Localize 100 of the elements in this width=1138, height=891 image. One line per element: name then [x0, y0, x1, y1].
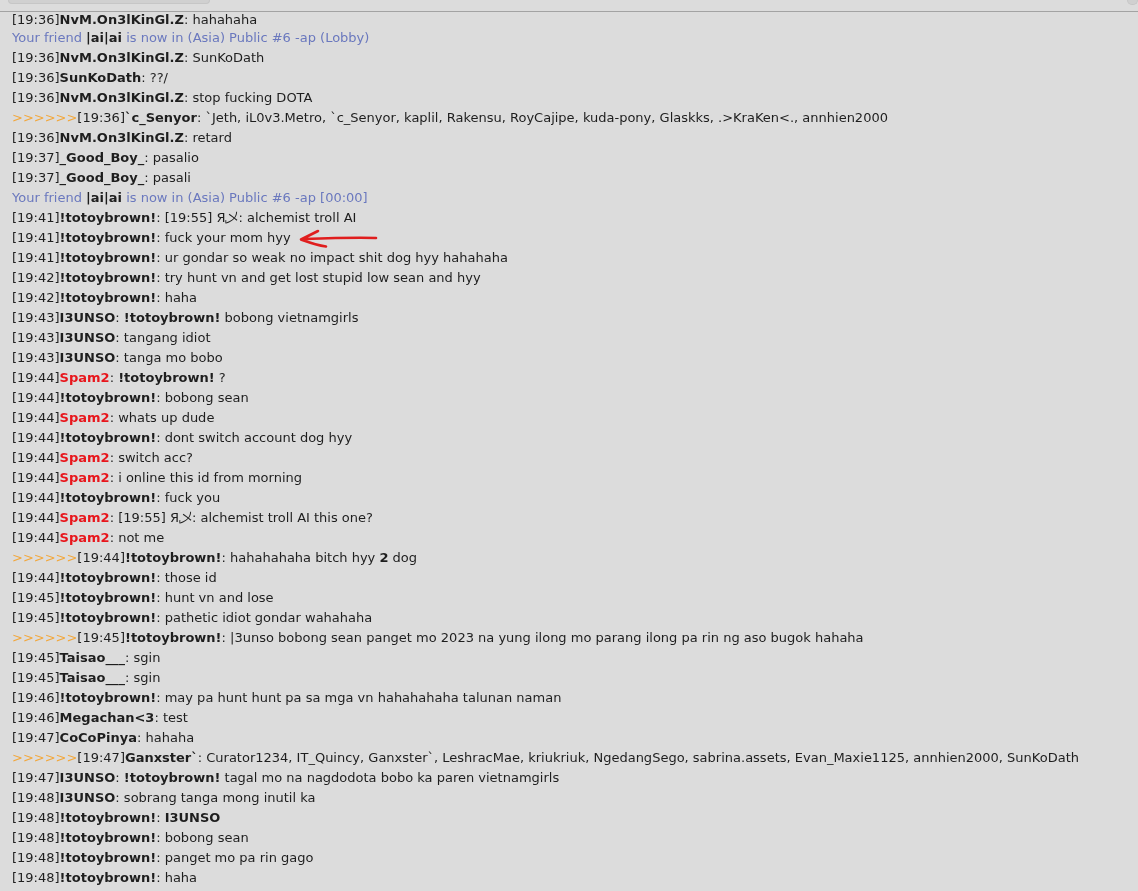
message-time: [19:44] — [12, 469, 60, 487]
message-time: [19:48] — [12, 849, 60, 867]
message-text: : bobong sean — [156, 829, 249, 847]
message-time: [19:46] — [12, 689, 60, 707]
message-time: [19:44] — [12, 529, 60, 547]
message-time: [19:41] — [12, 229, 60, 247]
message-text: : [19:55] Я乄: alchemist troll AI — [156, 209, 357, 227]
message-text: : switch acc? — [109, 449, 193, 467]
message-time: [19:36] — [12, 89, 60, 107]
username: _Good_Boy_ — [59, 169, 145, 188]
forward-marker: >>>>>> — [12, 629, 78, 647]
message-text: : hahaha — [137, 729, 195, 747]
message-time: [19:36] — [77, 109, 125, 127]
message-time: [19:43] — [12, 349, 60, 367]
username: !totoybrown! — [59, 249, 157, 267]
friend-status-notice: Your friend |ai|ai is now in (Asia) Public #6 -ap (Lobby) — [12, 29, 370, 47]
username: !totoybrown! — [59, 569, 157, 587]
message-text: : sgin — [125, 649, 161, 667]
message-text: : test — [154, 709, 188, 727]
message-text: : haha — [156, 289, 198, 307]
username: !totoybrown! — [124, 549, 222, 567]
message-time: [19:41] — [12, 209, 60, 227]
message-time: [19:47] — [12, 729, 60, 747]
message-text: : dont switch account dog hyy — [156, 429, 353, 447]
username: NvM.On3lKinGl.Z — [59, 49, 184, 67]
message-time: [19:44] — [12, 429, 60, 447]
username: !totoybrown! — [59, 869, 157, 887]
username: !totoybrown! — [59, 229, 157, 247]
message-time: [19:44] — [12, 389, 60, 407]
username: Spam2 — [59, 449, 110, 467]
message-text: : retard — [183, 129, 232, 147]
message-time: [19:45] — [77, 629, 125, 647]
message-text: : pathetic idiot gondar wahahaha — [156, 609, 373, 627]
message-time: [19:44] — [77, 549, 125, 567]
message-time: [19:43] — [12, 329, 60, 347]
message-text: : I3UNSO — [156, 809, 221, 827]
username: Spam2 — [59, 369, 110, 387]
message-text: : panget mo pa rin gago — [156, 849, 314, 867]
username: !totoybrown! — [59, 829, 157, 847]
message-text: : |3unso bobong sean panget mo 2023 na yung ilong mo parang ilong pa rin ng aso bugok hahaha — [221, 629, 864, 647]
message-time: [19:47] — [12, 769, 60, 787]
message-time: [19:36] — [12, 129, 60, 147]
message-time: [19:37] — [12, 149, 60, 165]
username: Spam2 — [59, 529, 110, 547]
message-time: [19:48] — [12, 789, 60, 807]
username: !totoybrown! — [59, 809, 157, 827]
message-text: : sgin — [125, 669, 161, 687]
username: !totoybrown! — [59, 389, 157, 407]
username: Ganxster` — [124, 749, 198, 767]
message-text: : !totoybrown! bobong vietnamgirls — [115, 309, 359, 327]
message-time: [19:45] — [12, 589, 60, 607]
username: !totoybrown! — [59, 269, 157, 287]
username: Taisao___ — [59, 669, 125, 688]
message-time: [19:44] — [12, 509, 60, 527]
message-text: : may pa hunt hunt pa sa mga vn hahahahaha talunan naman — [156, 689, 562, 707]
message-text: : pasali — [144, 169, 191, 185]
message-time: [19:36] — [12, 49, 60, 67]
message-time: [19:47] — [77, 749, 125, 767]
message-time: [19:36] — [12, 12, 60, 28]
message-time: [19:37] — [12, 169, 60, 185]
username: CoCoPinya — [59, 729, 138, 747]
message-time: [19:45] — [12, 609, 60, 627]
username: Megachan<3 — [59, 709, 155, 727]
username: `c_Senyor — [124, 109, 197, 128]
message-time: [19:46] — [12, 709, 60, 727]
message-text: : [19:55] Я乄: alchemist troll AI this one? — [109, 509, 373, 527]
message-text: : bobong sean — [156, 389, 249, 407]
message-time: [19:43] — [12, 309, 60, 327]
message-text: : pasalio — [144, 149, 199, 165]
message-time: [19:48] — [12, 869, 60, 887]
message-time: [19:48] — [12, 809, 60, 827]
message-text: : whats up dude — [109, 409, 215, 427]
message-text: : tanga mo bobo — [115, 349, 223, 367]
username: NvM.On3lKinGl.Z — [59, 89, 184, 107]
message-text: : hahahahaha bitch hyy 2 dog — [221, 549, 418, 567]
username: !totoybrown! — [59, 589, 157, 607]
username: Spam2 — [59, 509, 110, 527]
message-time: [19:44] — [12, 489, 60, 507]
message-time: [19:44] — [12, 369, 60, 387]
message-text: : hahahaha — [183, 12, 258, 28]
message-text: : i online this id from morning — [109, 469, 302, 487]
message-text: : fuck you — [156, 489, 221, 507]
message-text: : not me — [109, 529, 165, 547]
username: !totoybrown! — [59, 849, 157, 867]
message-text: : !totoybrown! ? — [109, 369, 226, 387]
username: NvM.On3lKinGl.Z — [59, 129, 184, 147]
username: !totoybrown! — [124, 629, 222, 647]
message-text: : try hunt vn and get lost stupid low sean and hyy — [156, 269, 481, 287]
message-time: [19:45] — [12, 649, 60, 665]
message-text: : stop fucking DOTA — [183, 89, 313, 107]
username: NvM.On3lKinGl.Z — [59, 12, 184, 28]
message-time: [19:44] — [12, 569, 60, 587]
forward-marker: >>>>>> — [12, 749, 78, 767]
message-text: : hunt vn and lose — [156, 589, 274, 607]
username: !totoybrown! — [59, 289, 157, 307]
message-text: : `Jeth, iL0v3.Metro, `c_Senyor, kaplil, Rakensu, RoyCajipe, kuda-pony, Glaskks, .>KraKen<., annhien2000 — [196, 109, 888, 125]
message-text: : sobrang tanga mong inutil ka — [115, 789, 316, 807]
username: !totoybrown! — [59, 689, 157, 707]
message-text: : haha — [156, 869, 198, 887]
username: !totoybrown! — [59, 609, 157, 627]
